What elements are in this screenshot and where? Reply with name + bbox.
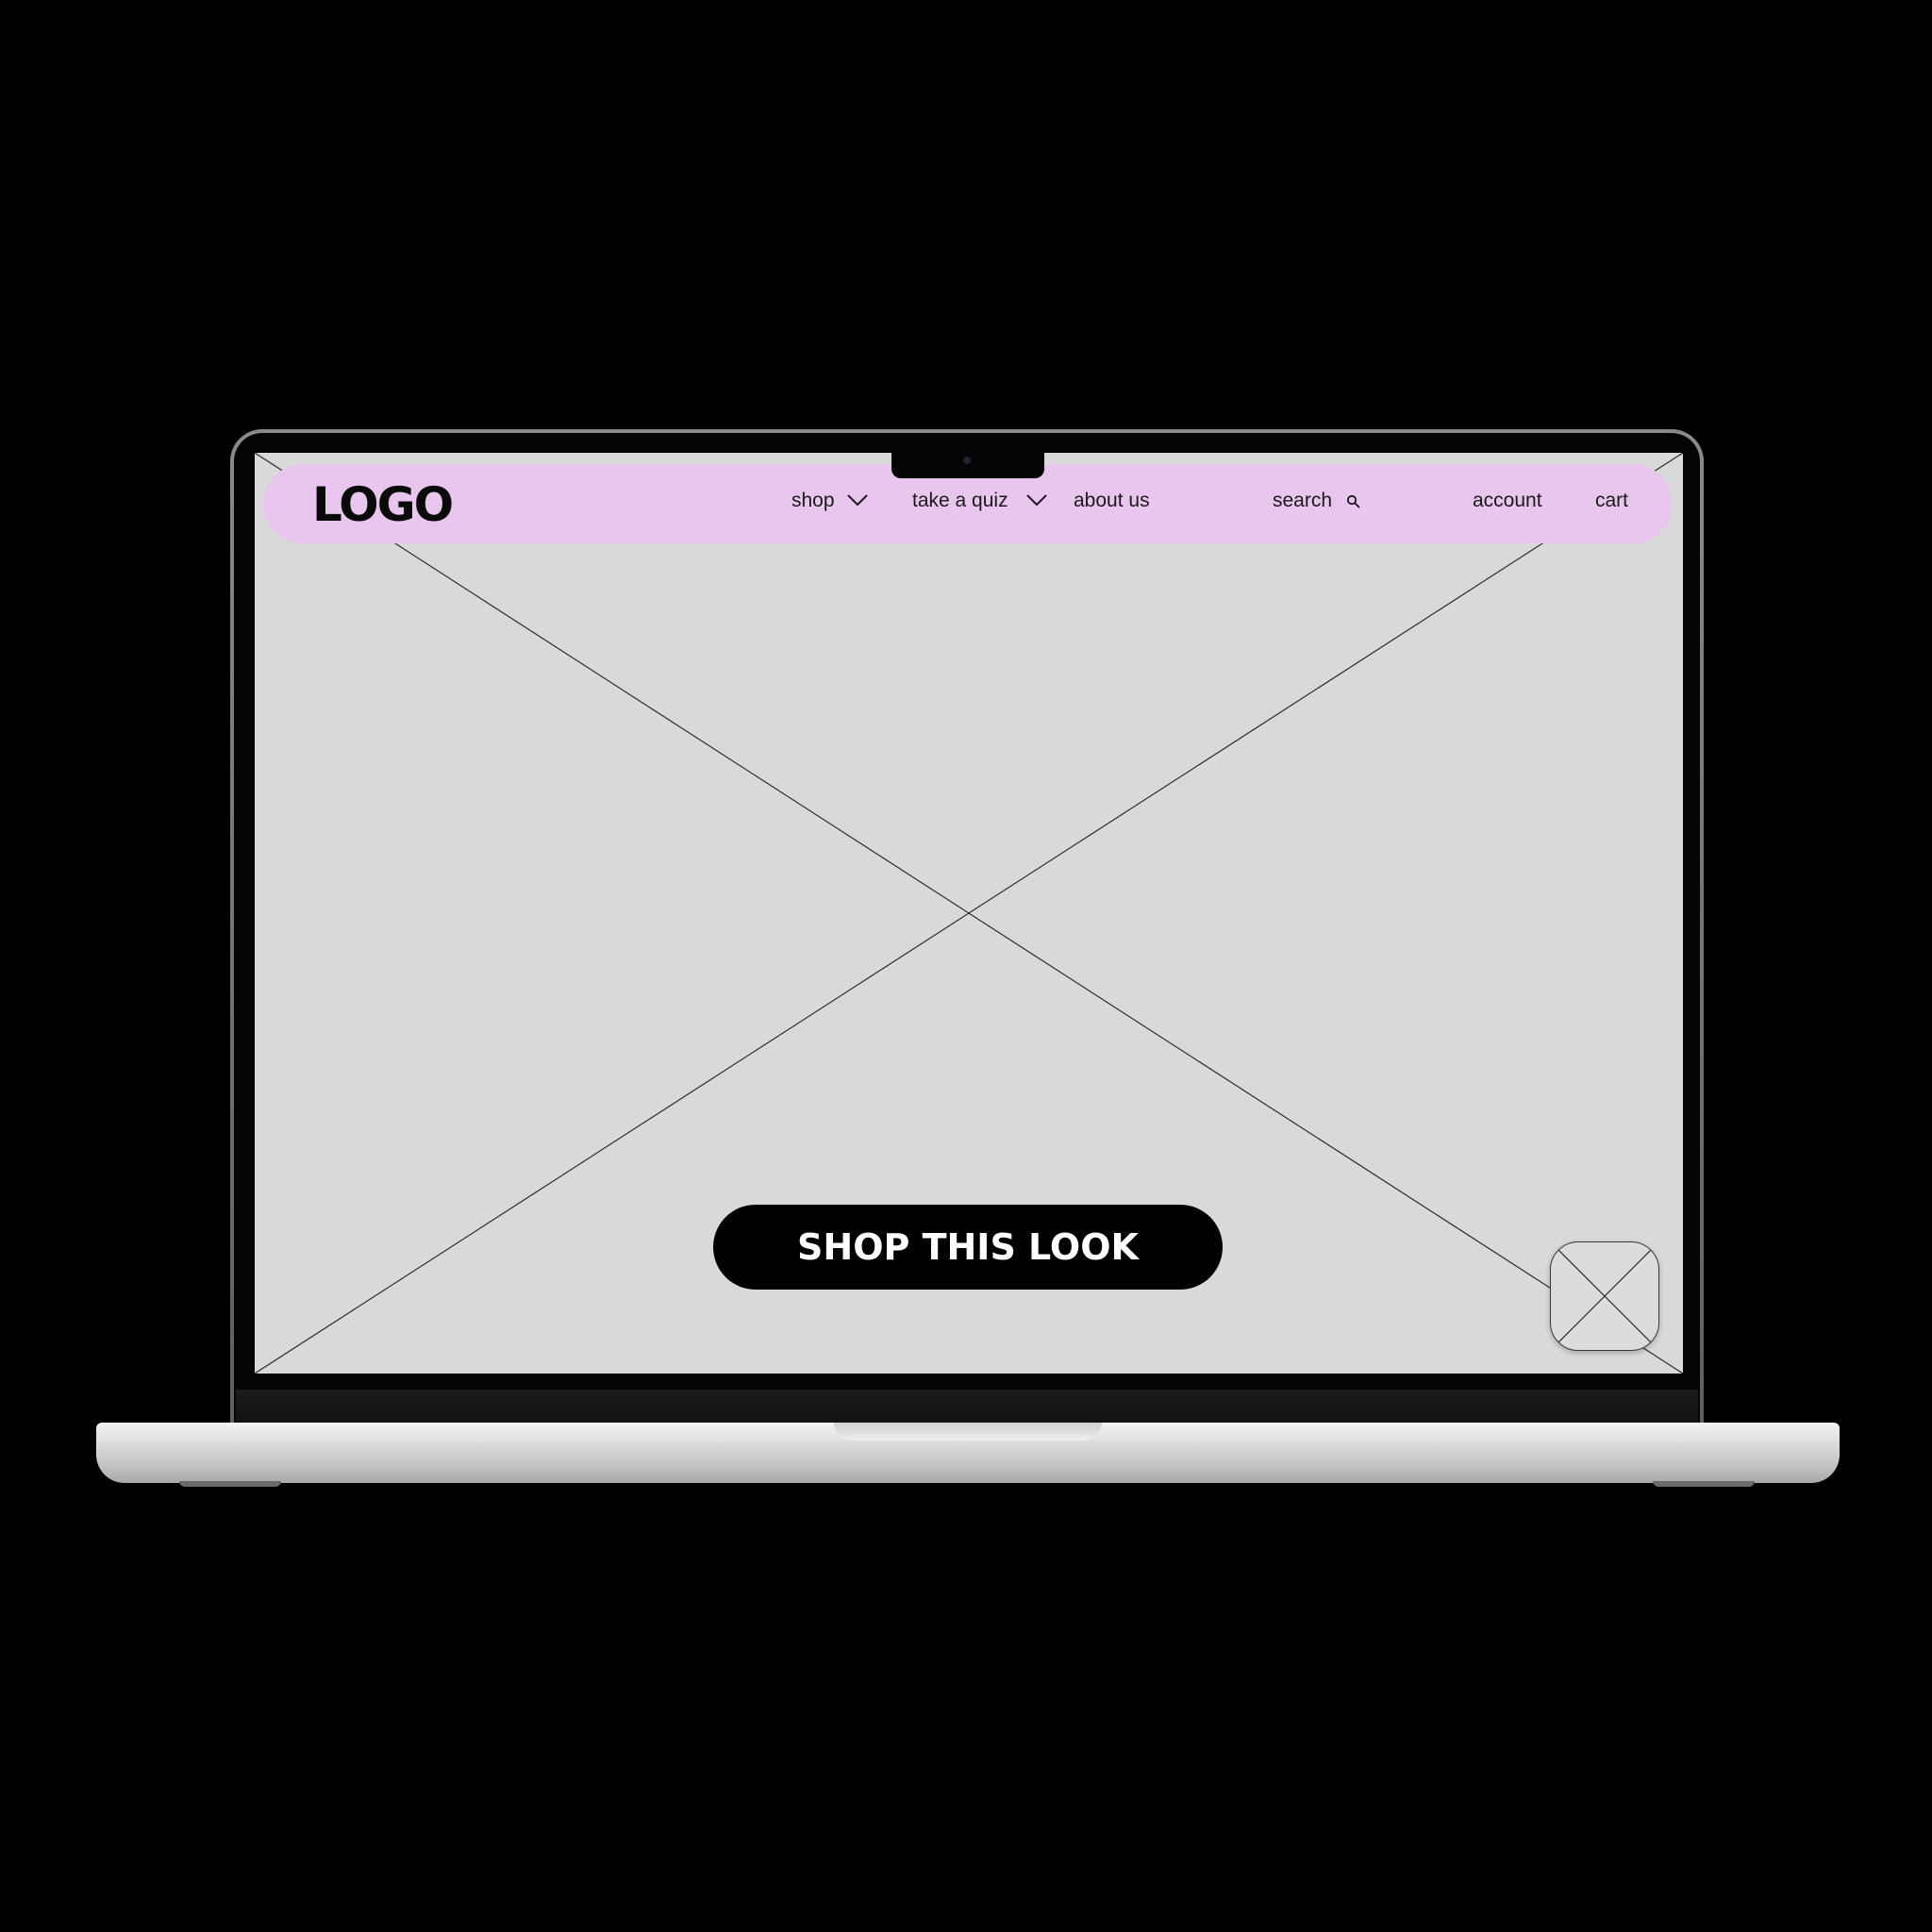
nav-take-a-quiz[interactable]: take a quiz (912, 490, 1008, 512)
nav-account[interactable]: account (1473, 490, 1542, 512)
nav-shop[interactable]: shop (791, 490, 835, 512)
camera-notch (891, 448, 1044, 478)
website-screen: LOGO shop take a quiz about us search ac… (255, 453, 1683, 1374)
screen-bottom-bezel (236, 1390, 1698, 1425)
laptop-foot-right (1653, 1481, 1755, 1487)
camera-icon (963, 457, 971, 464)
chevron-down-icon[interactable] (846, 492, 869, 508)
image-placeholder-icon (1551, 1242, 1658, 1350)
nav-cart[interactable]: cart (1595, 490, 1628, 512)
search-icon[interactable] (1346, 494, 1361, 509)
shop-this-look-button[interactable]: SHOP THIS LOOK (713, 1205, 1223, 1290)
laptop-base (96, 1423, 1840, 1483)
thumbnail-image-placeholder[interactable] (1550, 1241, 1659, 1351)
nav-about-us[interactable]: about us (1074, 490, 1150, 512)
laptop-foot-left (179, 1481, 281, 1487)
chevron-down-icon[interactable] (1025, 492, 1048, 508)
site-logo[interactable]: LOGO (312, 477, 454, 532)
nav-search[interactable]: search (1273, 490, 1332, 512)
lid-opening-notch (834, 1423, 1102, 1441)
